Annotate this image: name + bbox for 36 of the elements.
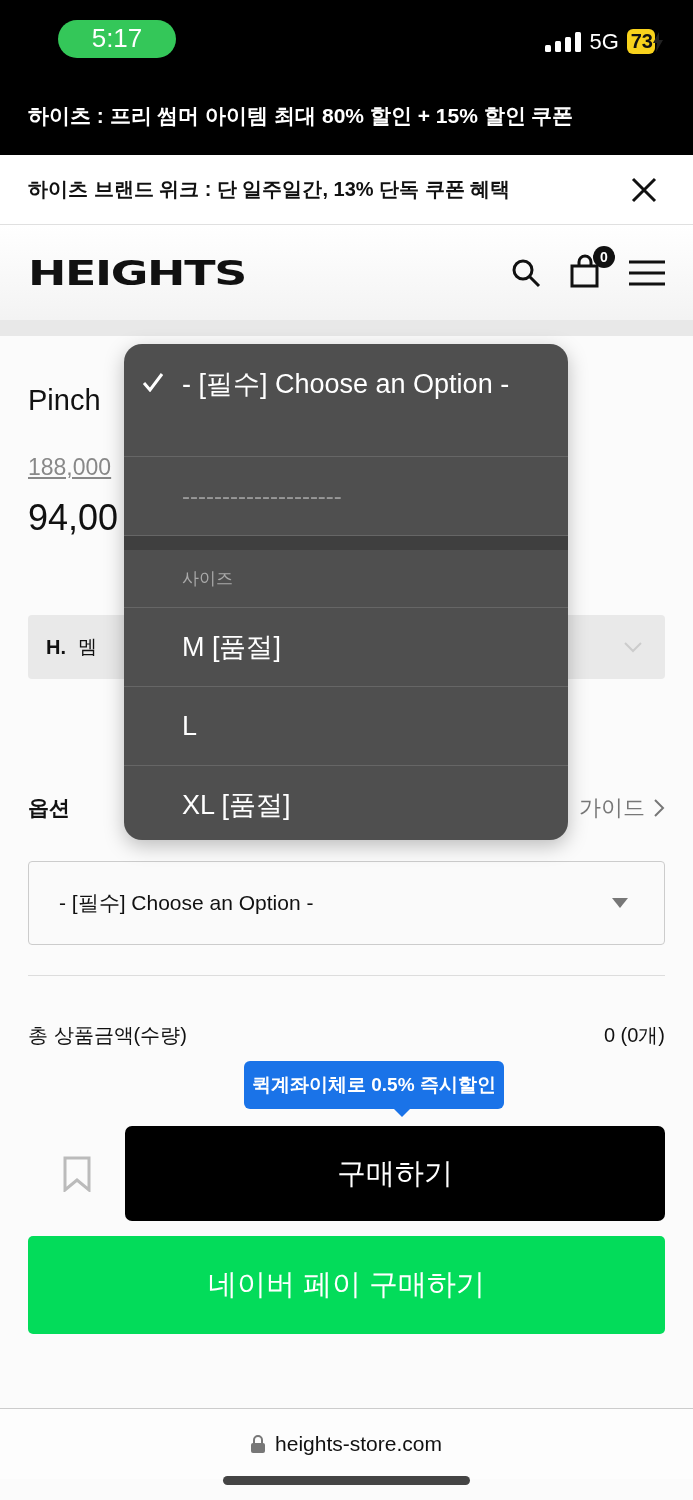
membership-label: 멤 — [78, 635, 97, 659]
close-icon[interactable] — [631, 176, 657, 203]
search-icon[interactable] — [511, 257, 541, 288]
dropdown-option[interactable]: M [품절] — [124, 608, 568, 687]
option-label: 옵션 — [28, 795, 70, 821]
chevron-right-icon — [653, 798, 665, 818]
network-label: 5G — [589, 28, 619, 55]
sale-price: 94,00 — [28, 497, 119, 539]
cart-count-badge: 0 — [593, 245, 615, 268]
size-guide-link[interactable]: 가이드 — [579, 793, 665, 823]
dropdown-caret-icon — [612, 898, 628, 908]
lock-icon — [251, 1435, 266, 1453]
brand-logo[interactable]: HEIGHTS — [28, 252, 246, 293]
shopping-bag-icon[interactable] — [569, 253, 601, 288]
dropdown-option[interactable]: XL [품절] — [124, 766, 568, 840]
discount-tooltip: 퀵계좌이체로 0.5% 즉시할인 — [244, 1061, 504, 1109]
option-group-header: 사이즈 — [124, 550, 568, 608]
product-name: Pinch — [28, 384, 101, 418]
status-time: 5:17 — [58, 19, 176, 58]
original-price: 188,000 — [28, 454, 112, 481]
total-value: 0 (0개) — [603, 1023, 665, 1048]
signal-icon — [545, 31, 582, 52]
dropdown-option[interactable]: - [필수] Choose an Option - — [124, 344, 568, 457]
dropdown-option[interactable]: L — [124, 687, 568, 766]
buy-button[interactable]: 구매하기 — [125, 1126, 665, 1221]
url-text[interactable]: heights-store.com — [275, 1432, 442, 1456]
promo-text: 하이츠 : 프리 썸머 아이템 최대 80% 할인 + 15% 할인 쿠폰 — [28, 103, 574, 129]
banner-text: 하이츠 브랜드 위크 : 단 일주일간, 13% 단독 쿠폰 혜택 — [28, 177, 511, 202]
battery-level: 73 — [626, 29, 655, 54]
menu-icon[interactable] — [629, 259, 665, 286]
membership-logo: H. — [46, 635, 66, 659]
total-label: 총 상품금액(수량) — [28, 1023, 187, 1048]
option-select[interactable]: - [필수] Choose an Option - — [28, 861, 665, 945]
chevron-down-icon — [623, 641, 643, 653]
tooltip-pointer-icon — [394, 1109, 410, 1117]
checkmark-icon — [142, 372, 164, 392]
